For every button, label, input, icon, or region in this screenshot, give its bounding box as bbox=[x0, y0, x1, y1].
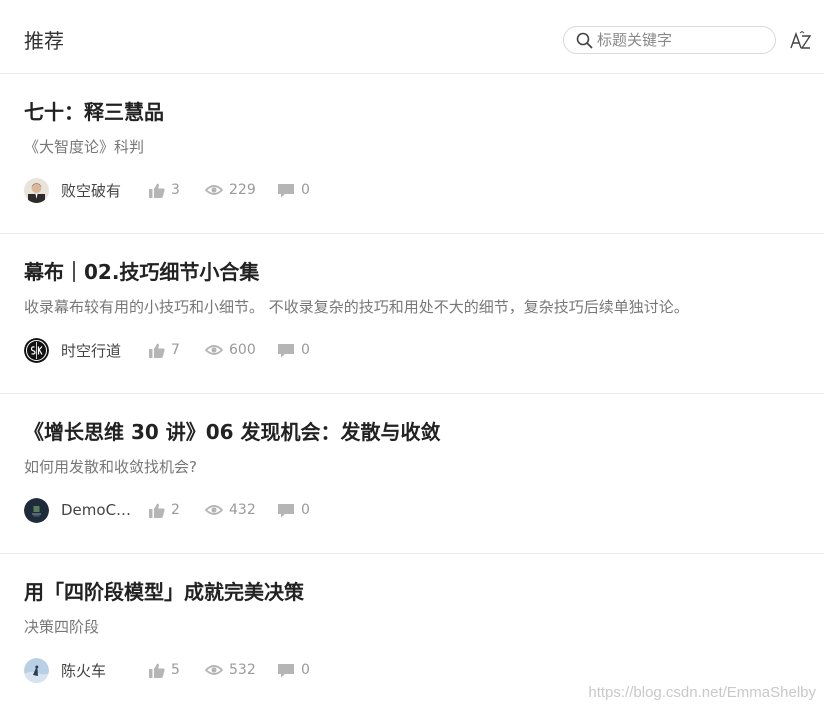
author-name[interactable]: DemoChen bbox=[61, 501, 137, 519]
avatar[interactable] bbox=[24, 177, 49, 203]
article-title[interactable]: 七十：释三慧品 bbox=[24, 98, 164, 126]
comment-count-value: 0 bbox=[301, 182, 310, 198]
comment-count[interactable]: 0 bbox=[277, 342, 310, 358]
article-description: 决策四阶段 bbox=[24, 618, 100, 636]
like-count[interactable]: 5 bbox=[149, 662, 205, 678]
like-count-value: 7 bbox=[171, 342, 180, 358]
avatar[interactable] bbox=[24, 337, 49, 363]
article-item[interactable]: 幕布｜02.技巧细节小合集 收录幕布较有用的小技巧和小细节。 不收录复杂的技巧和… bbox=[0, 234, 824, 394]
avatar[interactable] bbox=[24, 497, 49, 523]
page-title: 推荐 bbox=[24, 29, 64, 53]
eye-icon bbox=[205, 665, 223, 675]
comment-icon bbox=[278, 183, 294, 197]
eye-icon bbox=[205, 505, 223, 515]
comment-count-value: 0 bbox=[301, 662, 310, 678]
article-meta: DemoChen 2 432 0 bbox=[24, 497, 310, 523]
comment-count[interactable]: 0 bbox=[277, 502, 310, 518]
article-title[interactable]: 用「四阶段模型」成就完美决策 bbox=[24, 578, 304, 606]
search-box[interactable] bbox=[563, 26, 776, 54]
comment-count-value: 0 bbox=[301, 342, 310, 358]
like-count[interactable]: 2 bbox=[149, 502, 205, 518]
article-title[interactable]: 《增长思维 30 讲》06 发现机会：发散与收敛 bbox=[24, 418, 441, 446]
view-count: 229 bbox=[205, 182, 277, 198]
view-count-value: 532 bbox=[229, 662, 256, 678]
like-count-value: 2 bbox=[171, 502, 180, 518]
comment-count-value: 0 bbox=[301, 502, 310, 518]
article-meta: 时空行道 7 600 0 bbox=[24, 337, 310, 363]
article-item[interactable]: 《增长思维 30 讲》06 发现机会：发散与收敛 如何用发散和收敛找机会? De… bbox=[0, 394, 824, 554]
watermark: https://blog.csdn.net/EmmaShelby bbox=[588, 684, 816, 701]
article-description: 收录幕布较有用的小技巧和小细节。 不收录复杂的技巧和用处不大的细节，复杂技巧后续… bbox=[24, 298, 689, 316]
view-count: 432 bbox=[205, 502, 277, 518]
author-name[interactable]: 败空破有 bbox=[61, 180, 137, 201]
view-count: 532 bbox=[205, 662, 277, 678]
view-count-value: 229 bbox=[229, 182, 256, 198]
comment-icon bbox=[278, 663, 294, 677]
eye-icon bbox=[205, 345, 223, 355]
like-count[interactable]: 3 bbox=[149, 182, 205, 198]
view-count-value: 432 bbox=[229, 502, 256, 518]
like-count-value: 3 bbox=[171, 182, 180, 198]
article-list-page: 推荐 七十：释三慧品 《大智度论》科判 bbox=[0, 0, 824, 711]
thumbs-up-icon bbox=[149, 663, 165, 678]
comment-icon bbox=[278, 503, 294, 517]
comment-count[interactable]: 0 bbox=[277, 182, 310, 198]
like-count[interactable]: 7 bbox=[149, 342, 205, 358]
search-input[interactable] bbox=[597, 31, 767, 49]
view-count: 600 bbox=[205, 342, 277, 358]
eye-icon bbox=[205, 185, 223, 195]
article-meta: 败空破有 3 229 0 bbox=[24, 177, 310, 203]
article-title[interactable]: 幕布｜02.技巧细节小合集 bbox=[24, 258, 259, 286]
comment-icon bbox=[278, 343, 294, 357]
article-meta: 陈火车 5 532 0 bbox=[24, 657, 310, 683]
comment-count[interactable]: 0 bbox=[277, 662, 310, 678]
thumbs-up-icon bbox=[149, 503, 165, 518]
thumbs-up-icon bbox=[149, 183, 165, 198]
sort-az-icon[interactable] bbox=[790, 30, 812, 53]
view-count-value: 600 bbox=[229, 342, 256, 358]
thumbs-up-icon bbox=[149, 343, 165, 358]
article-item[interactable]: 七十：释三慧品 《大智度论》科判 败空破有 3 229 0 bbox=[0, 74, 824, 234]
article-description: 如何用发散和收敛找机会? bbox=[24, 458, 197, 476]
search-icon[interactable] bbox=[576, 32, 593, 49]
author-name[interactable]: 时空行道 bbox=[61, 340, 137, 361]
author-name[interactable]: 陈火车 bbox=[61, 660, 137, 681]
avatar[interactable] bbox=[24, 657, 49, 683]
like-count-value: 5 bbox=[171, 662, 180, 678]
header-bar: 推荐 bbox=[0, 0, 824, 74]
article-description: 《大智度论》科判 bbox=[24, 138, 145, 156]
